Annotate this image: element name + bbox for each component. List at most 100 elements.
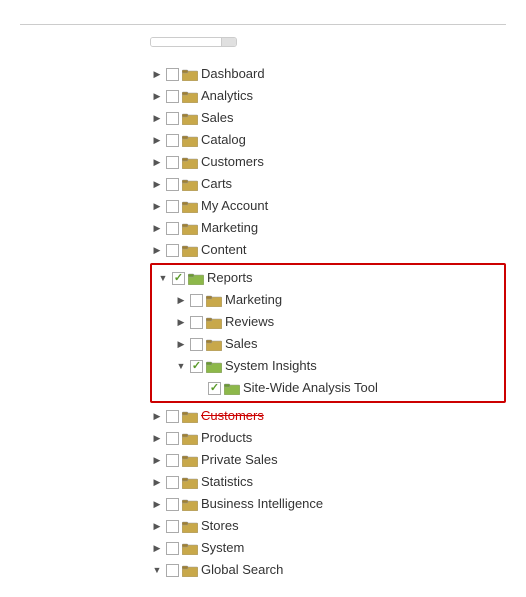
tree-toggle-reports-marketing[interactable] — [174, 293, 188, 307]
tree-label-site-wide: Site-Wide Analysis Tool — [243, 378, 378, 398]
checkbox-reports-sales[interactable] — [190, 338, 203, 351]
checkbox-dashboard[interactable] — [166, 68, 179, 81]
tree-label-myaccount: My Account — [201, 196, 268, 216]
checkbox-customers[interactable] — [166, 156, 179, 169]
checkbox-business-intelligence[interactable] — [166, 498, 179, 511]
tree-toggle-marketing[interactable] — [150, 221, 164, 235]
tree-toggle-customers2[interactable] — [150, 409, 164, 423]
tree-item-customers: Customers — [150, 151, 506, 173]
tree-row-marketing: Marketing — [150, 217, 506, 239]
tree-toggle-products[interactable] — [150, 431, 164, 445]
tree-toggle-system-insights[interactable] — [174, 359, 188, 373]
tree-label-content: Content — [201, 240, 247, 260]
tree-item-analytics: Analytics — [150, 85, 506, 107]
tree-label-products: Products — [201, 428, 252, 448]
select-value — [151, 38, 221, 46]
checkbox-system-insights[interactable] — [190, 360, 203, 373]
tree-row-dashboard: Dashboard — [150, 63, 506, 85]
tree-item-reports: Reports Marketing Reviews — [150, 263, 506, 403]
tree-label-dashboard: Dashboard — [201, 64, 265, 84]
tree-row-reports: Reports — [156, 267, 500, 289]
folder-icon-private-sales — [181, 453, 199, 467]
checkbox-analytics[interactable] — [166, 90, 179, 103]
checkbox-customers2[interactable] — [166, 410, 179, 423]
checkbox-catalog[interactable] — [166, 134, 179, 147]
checkbox-reports-marketing[interactable] — [190, 294, 203, 307]
tree-toggle-sales[interactable] — [150, 111, 164, 125]
folder-icon-system — [181, 541, 199, 555]
folder-icon-customers2 — [181, 409, 199, 423]
tree-item-carts: Carts — [150, 173, 506, 195]
tree-toggle-private-sales[interactable] — [150, 453, 164, 467]
tree-toggle-business-intelligence[interactable] — [150, 497, 164, 511]
checkbox-statistics[interactable] — [166, 476, 179, 489]
tree-toggle-carts[interactable] — [150, 177, 164, 191]
checkbox-reports-reviews[interactable] — [190, 316, 203, 329]
tree-toggle-catalog[interactable] — [150, 133, 164, 147]
checkbox-myaccount[interactable] — [166, 200, 179, 213]
checkbox-site-wide[interactable] — [208, 382, 221, 395]
tree-toggle-reports-sales[interactable] — [174, 337, 188, 351]
folder-icon-reports-marketing — [205, 293, 223, 307]
tree-toggle-content[interactable] — [150, 243, 164, 257]
checkbox-reports[interactable] — [172, 272, 185, 285]
page-title — [20, 16, 506, 25]
tree-toggle-reports[interactable] — [156, 271, 170, 285]
tree-row-reports-reviews: Reviews — [174, 311, 500, 333]
tree-item-site-wide: Site-Wide Analysis Tool — [192, 377, 500, 399]
resource-access-select[interactable] — [150, 37, 237, 47]
folder-icon-sales — [181, 111, 199, 125]
tree-children-reports: Marketing Reviews Sales — [156, 289, 500, 399]
checkbox-content[interactable] — [166, 244, 179, 257]
select-arrow-icon[interactable] — [221, 38, 236, 46]
tree-toggle-reports-reviews[interactable] — [174, 315, 188, 329]
checkbox-stores[interactable] — [166, 520, 179, 533]
tree-toggle-analytics[interactable] — [150, 89, 164, 103]
tree-label-customers: Customers — [201, 152, 264, 172]
checkbox-system[interactable] — [166, 542, 179, 555]
tree-label-stores: Stores — [201, 516, 239, 536]
folder-icon-customers — [181, 155, 199, 169]
tree-item-products: Products — [150, 427, 506, 449]
checkbox-products[interactable] — [166, 432, 179, 445]
tree-item-myaccount: My Account — [150, 195, 506, 217]
tree-item-private-sales: Private Sales — [150, 449, 506, 471]
folder-icon-business-intelligence — [181, 497, 199, 511]
checkbox-carts[interactable] — [166, 178, 179, 191]
tree-label-statistics: Statistics — [201, 472, 253, 492]
tree-toggle-site-wide[interactable] — [192, 381, 206, 395]
folder-icon-site-wide — [223, 381, 241, 395]
tree-toggle-myaccount[interactable] — [150, 199, 164, 213]
resources-label — [20, 63, 150, 65]
folder-icon-catalog — [181, 133, 199, 147]
tree-toggle-global-search[interactable] — [150, 563, 164, 577]
tree-row-myaccount: My Account — [150, 195, 506, 217]
checkbox-marketing[interactable] — [166, 222, 179, 235]
tree-label-system-insights: System Insights — [225, 356, 317, 376]
folder-icon-myaccount — [181, 199, 199, 213]
tree-row-carts: Carts — [150, 173, 506, 195]
tree-toggle-stores[interactable] — [150, 519, 164, 533]
tree-toggle-dashboard[interactable] — [150, 67, 164, 81]
tree-label-reports: Reports — [207, 268, 253, 288]
checkbox-global-search[interactable] — [166, 564, 179, 577]
tree-row-customers2: Customers — [150, 405, 506, 427]
tree-item-customers2: Customers — [150, 405, 506, 427]
tree-row-content: Content — [150, 239, 506, 261]
folder-icon-reports-sales — [205, 337, 223, 351]
tree-item-business-intelligence: Business Intelligence — [150, 493, 506, 515]
tree-label-analytics: Analytics — [201, 86, 253, 106]
folder-icon-reports — [187, 271, 205, 285]
tree-toggle-statistics[interactable] — [150, 475, 164, 489]
folder-icon-content — [181, 243, 199, 257]
checkbox-private-sales[interactable] — [166, 454, 179, 467]
folder-icon-global-search — [181, 563, 199, 577]
folder-icon-stores — [181, 519, 199, 533]
tree-item-statistics: Statistics — [150, 471, 506, 493]
tree-label-system: System — [201, 538, 244, 558]
folder-icon-products — [181, 431, 199, 445]
tree-item-sales: Sales — [150, 107, 506, 129]
checkbox-sales[interactable] — [166, 112, 179, 125]
tree-toggle-system[interactable] — [150, 541, 164, 555]
tree-toggle-customers[interactable] — [150, 155, 164, 169]
